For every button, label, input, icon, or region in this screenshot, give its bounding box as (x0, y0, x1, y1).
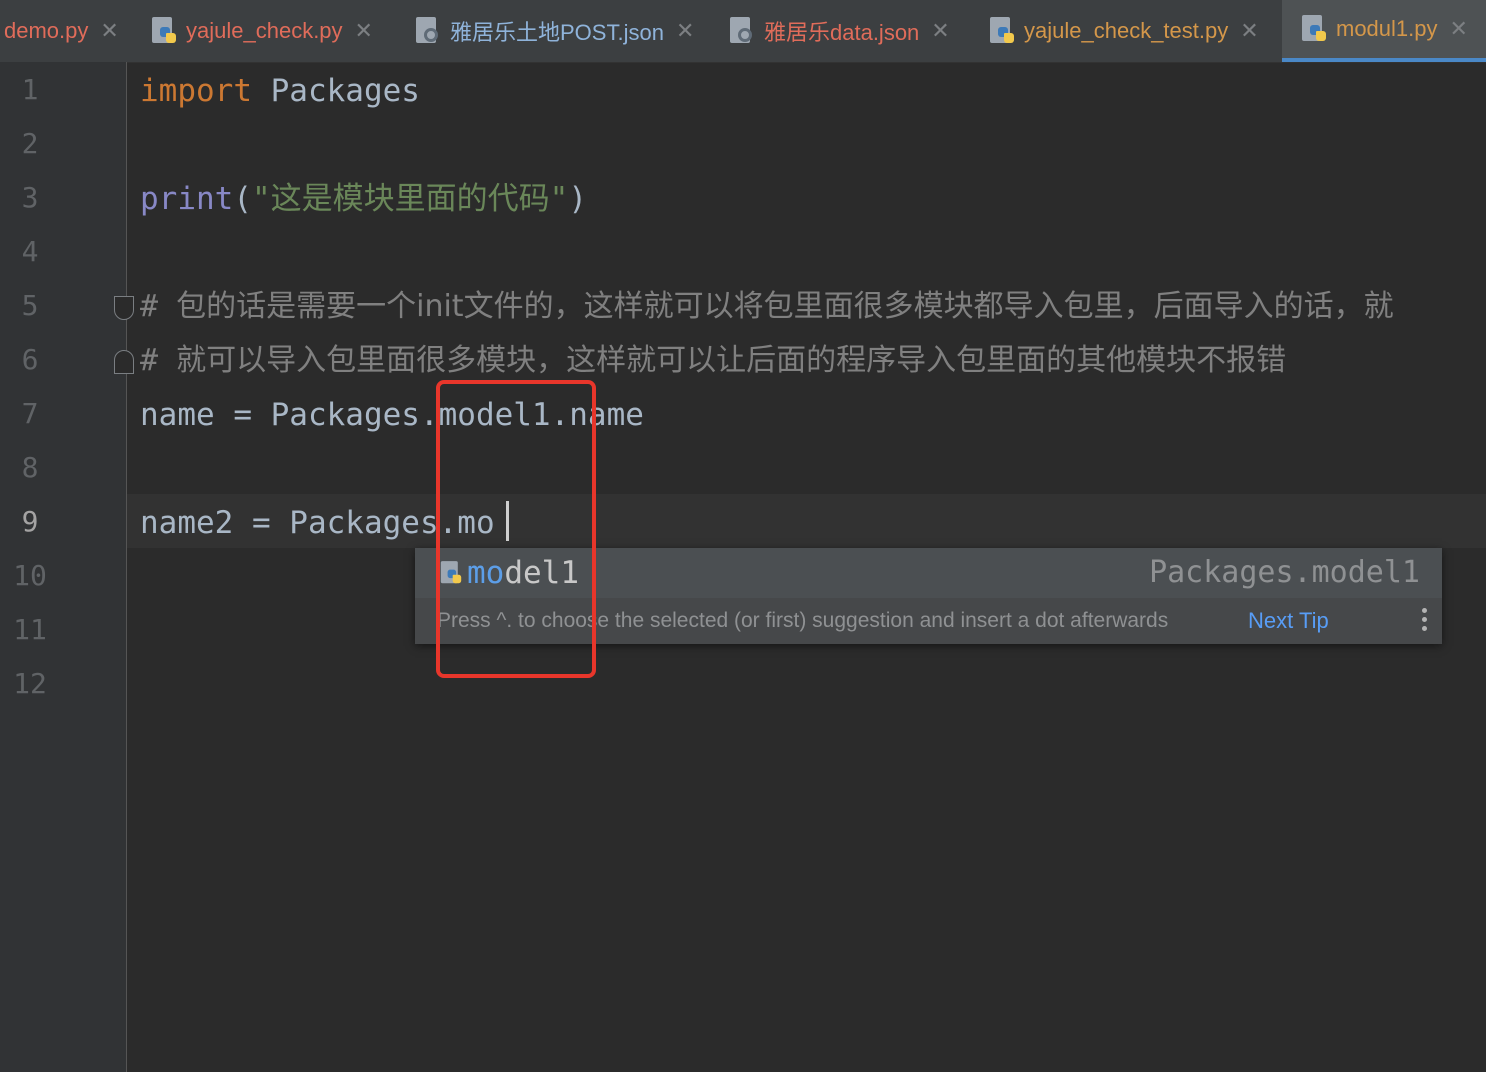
comment-text: 包的话是需要一个init文件的，这样就可以将包里面很多模块都导入包里，后面导入的… (176, 289, 1394, 324)
text-caret (506, 501, 509, 541)
tab-label: yajule_check_test.py (1024, 18, 1229, 43)
completion-hint-text: Press ^. to choose the selected (or firs… (437, 609, 1169, 632)
comment-hash: # (140, 289, 177, 324)
line-number: 4 (21, 235, 39, 268)
line-number: 3 (21, 181, 39, 214)
tab-data-json[interactable]: 雅居乐data.json ✕ (728, 0, 950, 62)
code-line-1[interactable]: import Packages (140, 64, 420, 118)
line-number: 1 (21, 73, 39, 106)
close-icon[interactable]: ✕ (355, 18, 373, 44)
close-icon[interactable]: ✕ (100, 18, 118, 44)
module-name: Packages (251, 73, 420, 109)
python-module-icon (439, 560, 463, 586)
completion-rest: del1 (504, 555, 579, 591)
tab-label: 雅居乐data.json (764, 20, 920, 45)
code-line-5[interactable]: # 包的话是需要一个init文件的，这样就可以将包里面很多模块都导入包里，后面导… (140, 280, 1394, 334)
line-number-current: 9 (21, 505, 39, 538)
line-number: 2 (21, 127, 39, 160)
python-file-icon (150, 16, 178, 46)
code-line-7[interactable]: name = Packages.model1.name (140, 388, 644, 442)
completion-name: model1 (467, 555, 579, 591)
line-number: 7 (21, 397, 39, 430)
close-icon[interactable]: ✕ (931, 18, 949, 44)
editor-tab-bar: demo.py ✕ yajule_check.py ✕ 雅居乐土地POST.js… (0, 0, 1486, 63)
line-number: 5 (21, 289, 39, 322)
line-number: 8 (21, 451, 39, 484)
comment-hash: # (140, 343, 177, 378)
tab-label: modul1.py (1336, 16, 1438, 41)
tab-post-json[interactable]: 雅居乐土地POST.json ✕ (414, 0, 694, 62)
tab-yajule-check-py[interactable]: yajule_check.py ✕ (150, 0, 373, 62)
line-number: 6 (21, 343, 39, 376)
fold-collapse-icon[interactable] (114, 296, 134, 320)
close-icon[interactable]: ✕ (1240, 18, 1258, 44)
completion-item-selected[interactable]: model1 Packages.model1 (415, 548, 1442, 598)
python-file-icon (1300, 14, 1328, 44)
builtin-print: print (140, 181, 234, 217)
next-tip-link[interactable]: Next Tip (1248, 600, 1329, 642)
paren-open: ( (233, 181, 252, 217)
fold-end-icon[interactable] (114, 350, 134, 374)
tab-label: demo.py (4, 18, 89, 43)
paren-close: ) (568, 181, 587, 217)
code-line-6[interactable]: # 就可以导入包里面很多模块，这样就可以让后面的程序导入包里面的其他模块不报错 (140, 334, 1286, 388)
tab-label: 雅居乐土地POST.json (450, 20, 664, 45)
tab-label: yajule_check.py (186, 18, 343, 43)
close-icon[interactable]: ✕ (1450, 16, 1468, 42)
tab-yajule-check-test-py[interactable]: yajule_check_test.py ✕ (988, 0, 1259, 62)
line-number: 12 (13, 667, 47, 700)
more-options-icon[interactable] (1422, 608, 1428, 634)
completion-match: mo (467, 555, 505, 591)
code-line-9[interactable]: name2 = Packages.mo (140, 496, 495, 550)
python-file-icon (988, 16, 1016, 46)
line-number: 10 (13, 559, 47, 592)
code-completion-popup[interactable]: model1 Packages.model1 Press ^. to choos… (415, 548, 1442, 644)
line-number: 11 (13, 613, 47, 646)
close-icon[interactable]: ✕ (676, 18, 694, 44)
string-literal: "这是模块里面的代码" (252, 181, 569, 217)
json-file-icon (728, 16, 756, 46)
tab-demo-py[interactable]: demo.py ✕ (0, 0, 119, 62)
code-line-3[interactable]: print("这是模块里面的代码") (140, 172, 587, 226)
json-file-icon (414, 16, 442, 46)
keyword-import: import (140, 73, 252, 109)
tab-modul1-py[interactable]: modul1.py ✕ (1282, 0, 1486, 62)
comment-text: 就可以导入包里面很多模块，这样就可以让后面的程序导入包里面的其他模块不报错 (176, 343, 1287, 378)
line-number-gutter: 1 2 3 4 5 6 7 8 9 10 11 12 (0, 62, 127, 1072)
completion-qualifier: Packages.model1 (1149, 555, 1420, 590)
